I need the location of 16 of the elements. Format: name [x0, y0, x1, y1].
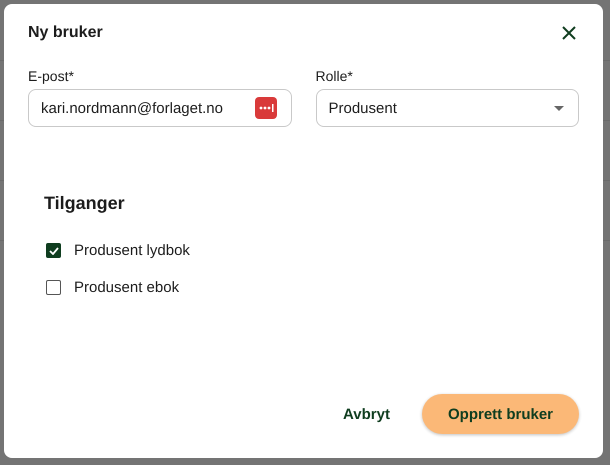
dropdown-caret-icon: [554, 106, 564, 110]
section-title: Tilganger: [44, 193, 126, 214]
email-field[interactable]: kari.nordmann@forlaget.no: [28, 89, 292, 127]
checkbox-label: Produsent ebok: [74, 279, 180, 296]
checkbox[interactable]: [46, 280, 61, 295]
create-button[interactable]: Opprett bruker: [422, 394, 579, 434]
password-manager-icon[interactable]: [254, 97, 276, 119]
cancel-button[interactable]: Avbryt: [343, 398, 390, 430]
field-label: E-post*: [28, 68, 75, 84]
checkbox-label: Produsent lydbok: [74, 242, 190, 259]
role-select[interactable]: Produsent: [316, 89, 579, 127]
close-icon[interactable]: [562, 26, 576, 40]
field-label: Rolle*: [316, 68, 354, 84]
dialog-title: Ny bruker: [28, 24, 103, 42]
checkbox[interactable]: [46, 243, 61, 258]
check-icon: [48, 246, 58, 254]
